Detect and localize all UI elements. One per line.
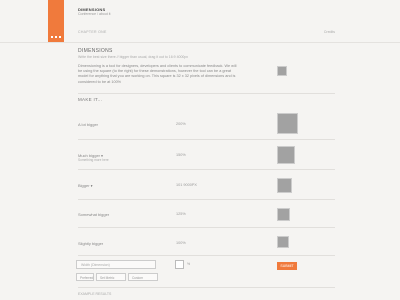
section-label: CHAPTER ONE [78,30,107,34]
dimensions-heading: DIMENSIONS [78,48,113,54]
row-value: 200% [176,122,186,126]
caret-down-icon[interactable]: ▾ [91,184,93,188]
credits-link[interactable]: Credits [324,30,335,34]
logo-dots-icon [51,36,61,38]
percent-checkbox[interactable] [175,260,184,269]
sample-square [277,208,290,221]
row-value: 125% [176,212,186,216]
width-input[interactable]: Width (Dimension) [76,260,156,269]
app-subtitle: Conference / about it [78,12,111,16]
reference-square [277,66,287,76]
row-value: 100% [176,241,186,245]
dimensions-subheading: Write the best size there // bigger than… [78,55,189,59]
checkbox-label: % [187,262,191,266]
row-divider [78,139,335,140]
section-divider [78,93,335,94]
row-value: 150% [176,153,186,157]
row-divider [78,199,335,200]
row-divider [78,169,335,170]
header-divider [0,42,400,43]
sample-square [277,236,289,248]
footer-label: EXAMPLE RESULTS [78,292,112,296]
footer-divider [78,287,335,288]
row-divider [78,227,335,228]
row-label: Bigger ▾ [78,183,92,188]
custom-select[interactable]: Custom [128,273,158,281]
row-value: 101 9000PX [176,183,197,187]
logo-bar[interactable] [48,0,64,42]
row-label: A lot bigger [78,122,99,127]
sample-square [277,113,298,134]
sample-square [277,178,292,193]
row-label-text: Bigger [78,183,90,188]
row-label: Slightly bigger [78,241,104,246]
row-divider [78,255,335,256]
row-sublabel: Something more here [78,158,109,162]
dimensions-description: Dimensioning is a tool for designers, de… [78,64,237,84]
preferred-select[interactable]: Preferred [76,273,94,281]
sample-square [277,146,295,164]
row-label: Somewhat bigger [78,212,110,217]
make-it-heading: MAKE IT... [78,97,103,102]
submit-button[interactable]: SUBMIT [277,262,297,270]
metric-select[interactable]: Set Metric [96,273,126,281]
